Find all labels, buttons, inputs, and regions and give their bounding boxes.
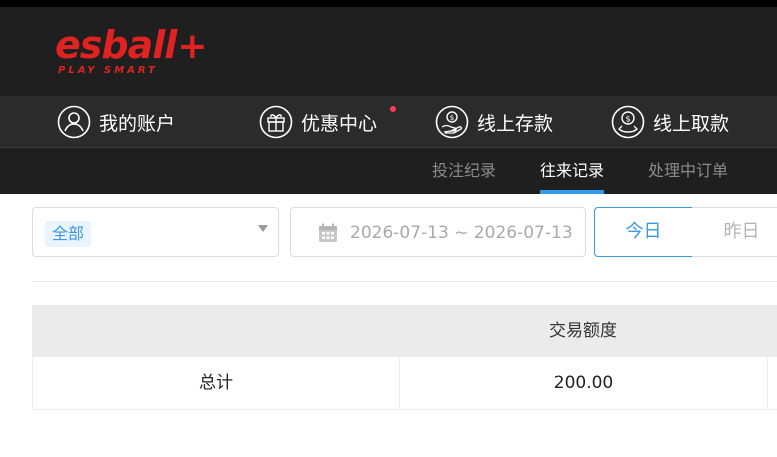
date-range-picker[interactable]: 2026-07-13 ~ 2026-07-13 xyxy=(290,207,586,257)
sub-nav: 投注纪录 往来记录 处理中订单 xyxy=(0,148,777,194)
user-icon xyxy=(57,105,91,139)
today-button[interactable]: 今日 xyxy=(594,207,693,257)
nav-label: 线上取款 xyxy=(653,112,730,135)
nav-label: 线上存款 xyxy=(477,112,554,135)
notification-badge xyxy=(390,106,396,112)
svg-text:$: $ xyxy=(450,114,454,122)
nav-my-account[interactable]: 我的账户 xyxy=(57,96,175,148)
type-select[interactable]: 全部 xyxy=(32,207,279,257)
total-amount-cell: 200.00 xyxy=(400,357,768,409)
tab-transaction-records[interactable]: 往来记录 xyxy=(540,148,605,194)
logo-plus: + xyxy=(177,26,207,67)
column-header-label xyxy=(32,305,399,357)
divider xyxy=(32,281,777,282)
calendar-icon xyxy=(319,223,337,242)
nav-promotions[interactable]: 优惠中心 xyxy=(259,96,396,148)
svg-text:$: $ xyxy=(625,115,630,124)
yesterday-button[interactable]: 昨日 xyxy=(692,207,777,257)
total-label-cell: 总计 xyxy=(33,357,400,409)
table-header: 交易额度 xyxy=(32,305,777,357)
date-range-value: 2026-07-13 ~ 2026-07-13 xyxy=(350,223,573,243)
gift-icon xyxy=(259,105,293,139)
nav-label: 优惠中心 xyxy=(301,112,378,135)
tab-pending-orders[interactable]: 处理中订单 xyxy=(648,148,728,194)
selected-type-tag: 全部 xyxy=(45,221,92,247)
top-header: esball + PLAY SMART xyxy=(0,0,777,96)
table-row: 总计 200.00 xyxy=(32,357,777,410)
transactions-table: 交易额度 总计 200.00 xyxy=(32,305,777,410)
deposit-icon: $ xyxy=(435,105,469,139)
column-header-amount: 交易额度 xyxy=(549,321,617,341)
logo-wordmark: esball xyxy=(55,23,177,67)
nav-online-deposit[interactable]: $ 线上存款 xyxy=(435,96,553,148)
nav-online-withdraw[interactable]: $ 线上取款 xyxy=(611,96,729,148)
esball-logo[interactable]: esball + PLAY SMART xyxy=(55,23,207,76)
main-nav: 我的账户 优惠中心 $ 线上存款 $ 线上取款 xyxy=(0,96,777,148)
withdraw-icon: $ xyxy=(611,105,645,139)
caret-down-icon xyxy=(258,225,268,232)
tab-betting-records[interactable]: 投注纪录 xyxy=(432,148,496,194)
nav-label: 我的账户 xyxy=(99,112,176,135)
